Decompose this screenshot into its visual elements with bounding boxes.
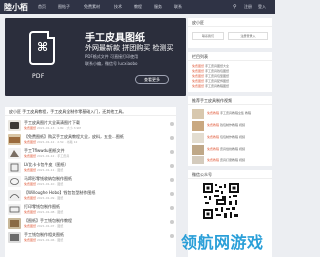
comment-count-icon: [170, 122, 174, 126]
contact-button[interactable]: 联系我们: [192, 32, 224, 40]
comment-count-icon: [170, 150, 174, 154]
sidebar-videos-card: 推荐手工皮具制作视频 免费教程 手工皮具教程全集 教程 免费教程 钱包制作教程 …: [188, 96, 272, 166]
nav-item-tutorial[interactable]: 教程: [134, 4, 142, 10]
site-watermark: 领航网游戏: [181, 233, 264, 252]
nav-item-free-material[interactable]: 免费素材: [84, 4, 100, 10]
post-meta: 免费图纸 2021-01-13 · 1.8k · 大小 3.9M: [24, 126, 81, 130]
video-thumbnail: [192, 109, 204, 119]
comment-count-icon: [170, 206, 174, 210]
register-login-button[interactable]: 注册登录入: [228, 32, 268, 40]
banner-line-1: PDF格式文件 可直接打印使用: [85, 54, 139, 59]
post-thumbnail: [8, 148, 21, 159]
banner-line-2: 联系小编，微信号 lucxiaobo: [85, 61, 138, 66]
list-item[interactable]: 手工Tflwwdu图纸文件 免费图纸 2021-01-12 · 手工皮具: [5, 147, 176, 160]
post-thumbnail: [8, 190, 21, 201]
comment-count-icon: [170, 220, 174, 224]
sidebar-link[interactable]: 免费图纸 手工皮具钱包图纸: [192, 69, 229, 73]
list-item[interactable]: 【Willoughe Hobo】钱包包型制作图纸 免费图纸 2021-01-09…: [5, 189, 176, 202]
sidebar-video-link[interactable]: 免费教程 包包制作教程 视频: [207, 135, 245, 139]
sidebar-link[interactable]: 免费图纸 手工皮具包型图纸: [192, 74, 229, 78]
post-meta: 免费图纸 2021-01-11 · 图纸: [24, 168, 64, 172]
comment-count-icon: [170, 192, 174, 196]
sidebar-link[interactable]: 免费图纸 手工皮具教程图纸: [192, 84, 229, 88]
list-item[interactable]: 【免费图纸】购买手工皮具教程大全，皮料，五金...图纸 免费图纸 2021-01…: [5, 133, 176, 146]
list-item[interactable]: 马蹄形零钱收纳包制作图纸 免费图纸 2021-01-10 · 图纸: [5, 175, 176, 188]
site-logo[interactable]: 陸小栢: [4, 2, 28, 13]
post-meta: 免费图纸 2021-01-06 · 图纸: [24, 238, 64, 242]
sidebar-login-title: 皮小匠: [188, 18, 272, 27]
sidebar-video-link[interactable]: 免费教程 手工皮具教程全集 教程: [207, 111, 251, 115]
video-thumbnail: [192, 156, 204, 164]
comment-count-icon: [170, 136, 174, 140]
notice-text: 皮小匠 手工皮具教程，手工皮具全制作零基础入门，还其他工具。: [5, 107, 176, 116]
sidebar-recent-card: 栏目列表 免费图纸 手工皮具图纸大全 免费图纸 手工皮具钱包图纸 免费图纸 手工…: [188, 52, 272, 92]
sidebar-wechat-title: 微信公众号: [188, 170, 272, 179]
post-meta: 免费图纸 2021-01-07 · 图纸: [24, 224, 64, 228]
post-thumbnail: [8, 120, 21, 131]
nav-item-contact[interactable]: 联系: [174, 4, 182, 10]
sidebar-link[interactable]: 免费图纸 手工皮具图纸大全: [192, 64, 229, 68]
nav-item-home[interactable]: 首页: [38, 4, 46, 10]
sidebar-video-link[interactable]: 免费教程 钱包制作教程 视频: [207, 123, 245, 127]
video-thumbnail: [192, 121, 204, 131]
post-thumbnail: [8, 204, 21, 215]
pdf-document-icon: ⌘: [29, 31, 55, 65]
banner-subtitle: 外网最新款 拼团购买 检测买: [85, 44, 174, 52]
video-thumbnail: [192, 133, 204, 143]
post-meta: 免费图纸 2021-01-10 · 图纸: [24, 182, 64, 186]
view-more-button[interactable]: 查看更多: [135, 75, 169, 84]
post-thumbnail: [8, 232, 21, 243]
banner-title: 手工皮具图纸: [85, 33, 145, 44]
list-item[interactable]: LV比卡卡包牛皮（图纸） 免费图纸 2021-01-11 · 图纸: [5, 161, 176, 174]
comment-count-icon: [170, 234, 174, 238]
sidebar-recent-title: 栏目列表: [188, 52, 272, 61]
login-link[interactable]: 登入: [258, 4, 266, 10]
list-item[interactable]: 手工皮具图片大全高清图片下载 免费图纸 2021-01-13 · 1.8k · …: [5, 119, 176, 132]
post-thumbnail: [8, 218, 21, 229]
post-meta: 免费图纸 2021-01-08 · 图纸: [24, 210, 64, 214]
post-thumbnail: [8, 176, 21, 187]
hero-banner[interactable]: ⌘ PDF 手工皮具图纸 外网最新款 拼团购买 检测买 PDF格式文件 可直接打…: [5, 18, 186, 96]
video-thumbnail: [192, 145, 204, 155]
post-thumbnail: [8, 162, 21, 173]
post-meta: 免费图纸 2021-01-12 · 手工皮具: [24, 154, 70, 158]
wechat-qr-code: [202, 182, 240, 220]
sidebar-video-link[interactable]: 免费教程 皮具打磨教程 视频: [207, 158, 245, 162]
sidebar-link[interactable]: 免费图纸 手工皮具配饰图纸: [192, 79, 229, 83]
sidebar-video-link[interactable]: 免费教程 皮具缝线教程 视频: [207, 147, 245, 151]
sidebar-videos-title: 推荐手工皮具制作视频: [188, 96, 272, 105]
comment-count-icon: [170, 178, 174, 182]
search-icon[interactable]: ⚲: [233, 4, 237, 10]
sidebar-login-card: 皮小匠 联系我们 注册登录入: [188, 18, 272, 48]
nav-item-service[interactable]: 服务: [154, 4, 162, 10]
pdf-label: PDF: [32, 73, 45, 80]
post-meta: 免费图纸 2021-01-12 · 2.5k · 书籍 12: [24, 140, 78, 144]
nav-item-tech[interactable]: 技术: [114, 4, 122, 10]
top-navigation-bar: 陸小栢 首页 图帖子 免费素材 技术 教程 服务 联系 ⚲ 注册 登入: [0, 0, 275, 14]
list-item[interactable]: 手工钱包制作相关图纸 免费图纸 2021-01-06 · 图纸: [5, 231, 176, 244]
post-meta: 免费图纸 2021-01-09 · 图纸: [24, 196, 64, 200]
register-link[interactable]: 注册: [244, 4, 252, 10]
nav-item-posts[interactable]: 图帖子: [58, 4, 70, 10]
list-item[interactable]: 打印零钱包制作图纸 免费图纸 2021-01-08 · 图纸: [5, 203, 176, 216]
post-thumbnail: [8, 134, 21, 145]
list-item[interactable]: 【图纸】手工钱包制作教程 免费图纸 2021-01-07 · 图纸: [5, 217, 176, 230]
comment-count-icon: [170, 164, 174, 168]
